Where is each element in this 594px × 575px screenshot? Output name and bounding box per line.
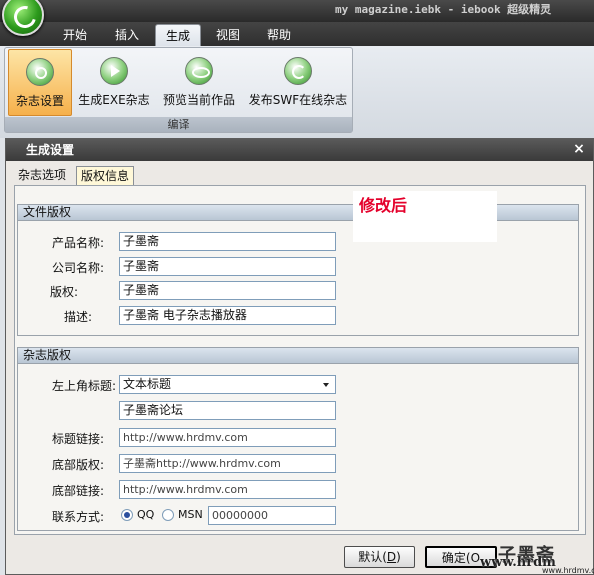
tab-help[interactable]: 帮助: [257, 24, 301, 46]
tab-start[interactable]: 开始: [53, 24, 97, 46]
product-name-label: 产品名称:: [51, 236, 104, 250]
watermark: 子墨斋 www.hrdm www.hrdmv.com: [476, 541, 594, 575]
group-label: 编译: [5, 117, 352, 132]
description-label-row: 描述:: [26, 306, 92, 326]
product-name-input[interactable]: 子墨斋: [119, 232, 336, 251]
ribbon: 杂志设置 生成EXE杂志 预览当前作品 发布SWF在线杂志 编译: [0, 46, 594, 138]
publish-swf-button[interactable]: 发布SWF在线杂志: [248, 49, 348, 116]
default-button-label: 默认(: [358, 550, 387, 564]
footer-copyright-input[interactable]: 子墨斋http://www.hrdmv.com: [119, 454, 336, 473]
copyright-label: 版权:: [49, 285, 78, 299]
footer-copyright-label-row: 底部版权:: [26, 454, 104, 474]
default-button-key: D: [386, 550, 397, 564]
copyright-input[interactable]: 子墨斋: [119, 281, 336, 300]
magazine-settings-label: 杂志设置: [15, 94, 64, 108]
annotation-label: 修改后: [353, 191, 497, 242]
generate-exe-button[interactable]: 生成EXE杂志: [77, 49, 151, 116]
tab-magazine-options[interactable]: 杂志选项: [14, 166, 70, 186]
description-input[interactable]: 子墨斋 电子杂志播放器: [119, 306, 336, 325]
copyright-label-row: 版权:: [26, 281, 78, 301]
title-type-label: 左上角标题:: [51, 379, 116, 393]
tab-generate[interactable]: 生成: [155, 24, 202, 46]
close-icon[interactable]: ×: [571, 140, 587, 158]
footer-copyright-label: 底部版权:: [51, 458, 104, 472]
default-button[interactable]: 默认(D): [344, 546, 415, 568]
preview-button[interactable]: 预览当前作品: [159, 49, 239, 116]
footer-link-label-row: 底部链接:: [26, 480, 104, 500]
play-icon: [100, 57, 128, 85]
footer-link-label: 底部链接:: [51, 484, 104, 498]
contact-number-input[interactable]: 00000000: [208, 506, 336, 525]
refresh-icon: [284, 57, 312, 85]
radio-qq-label: QQ: [137, 508, 155, 521]
eye-icon: [185, 57, 213, 85]
description-label: 描述:: [63, 310, 92, 324]
company-name-label: 公司名称:: [51, 261, 104, 275]
title-type-value: 文本标题: [123, 377, 172, 391]
title-link-label-row: 标题链接:: [26, 428, 104, 448]
tab-copyright-info[interactable]: 版权信息: [76, 166, 135, 186]
tab-view[interactable]: 视图: [206, 24, 250, 46]
dialog-title: 生成设置: [6, 139, 593, 161]
tab-insert[interactable]: 插入: [105, 24, 149, 46]
product-name-label-row: 产品名称:: [26, 232, 104, 252]
window-title: my magazine.iebk - iebook 超级精灵: [335, 3, 552, 16]
ribbon-group-compile: 杂志设置 生成EXE杂志 预览当前作品 发布SWF在线杂志 编译: [4, 47, 353, 133]
title-text-input[interactable]: 子墨斋论坛: [119, 401, 336, 420]
ribbon-tab-strip: 开始 插入 生成 视图 帮助: [0, 22, 594, 46]
radio-msn[interactable]: [162, 509, 174, 521]
title-link-label: 标题链接:: [51, 432, 104, 446]
title-link-input[interactable]: http://www.hrdmv.com: [119, 428, 336, 447]
section-header-magazine-copyright: 杂志版权: [18, 348, 578, 364]
settings-dialog: 生成设置 × 杂志选项 版权信息 文件版权 产品名称: 子墨斋 公司名称: 子墨…: [5, 138, 594, 575]
generate-exe-label: 生成EXE杂志: [78, 93, 150, 107]
chevron-down-icon: [323, 383, 329, 387]
radio-msn-label: MSN: [178, 508, 203, 521]
publish-swf-label: 发布SWF在线杂志: [248, 93, 348, 107]
magazine-settings-button[interactable]: 杂志设置: [8, 49, 72, 116]
contact-label: 联系方式:: [51, 510, 104, 524]
title-bar: my magazine.iebk - iebook 超级精灵: [0, 0, 594, 22]
company-name-input[interactable]: 子墨斋: [119, 257, 336, 276]
gear-icon: [26, 58, 54, 86]
title-type-label-row: 左上角标题:: [26, 375, 116, 395]
preview-label: 预览当前作品: [162, 93, 235, 107]
watermark-url-small: www.hrdmv.com: [542, 566, 594, 575]
radio-qq[interactable]: [121, 509, 133, 521]
title-type-select[interactable]: 文本标题: [119, 375, 336, 394]
company-name-label-row: 公司名称:: [26, 257, 104, 277]
contact-label-row: 联系方式:: [26, 506, 104, 526]
default-button-close: ): [396, 550, 401, 564]
footer-link-input[interactable]: http://www.hrdmv.com: [119, 480, 336, 499]
